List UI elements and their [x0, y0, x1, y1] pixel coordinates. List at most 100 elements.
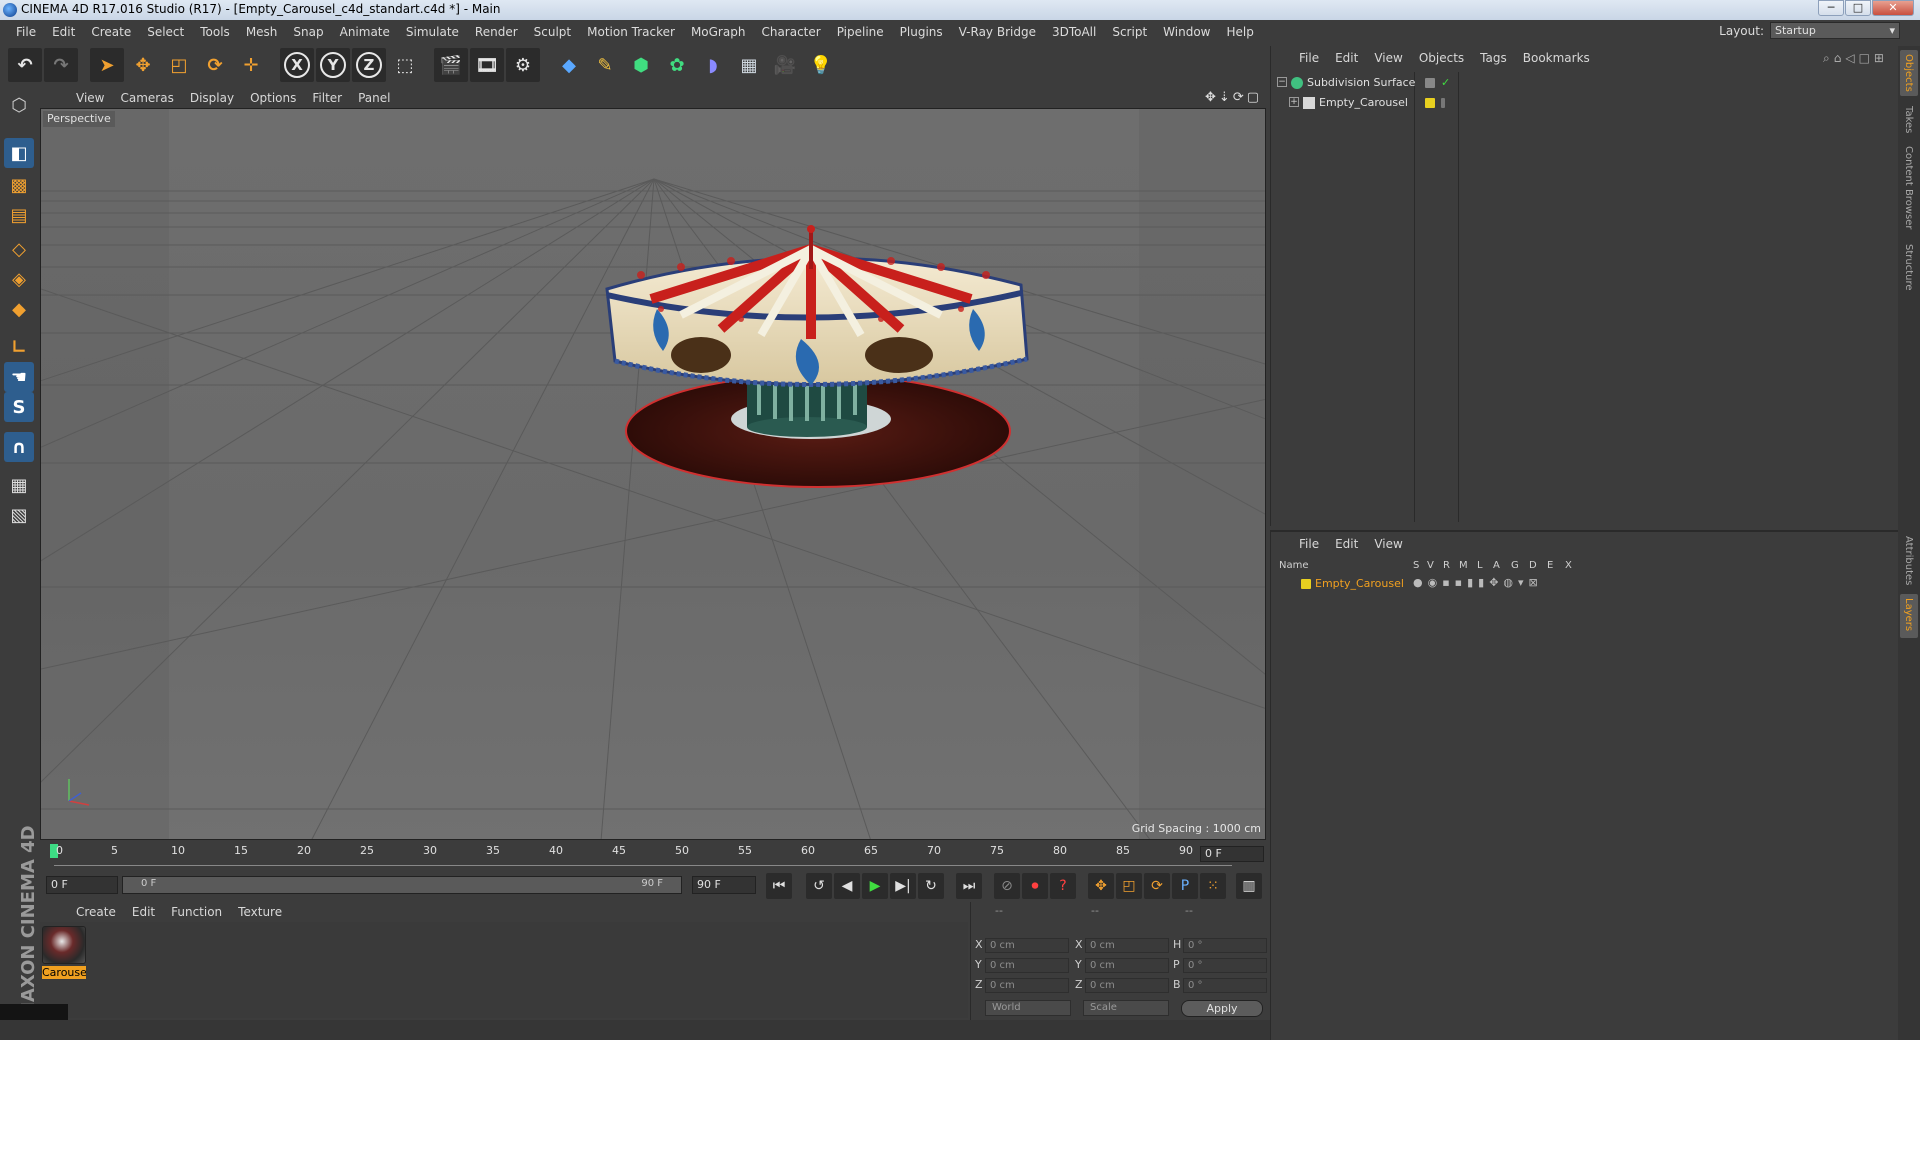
layout-dropdown[interactable]: Startup: [1770, 22, 1900, 39]
preview-range-slider[interactable]: 0 F 90 F: [122, 876, 682, 894]
maximize-button[interactable]: □: [1845, 0, 1871, 16]
perspective-viewport[interactable]: Perspective Grid Spacing : 1000 cm: [40, 108, 1266, 840]
objmgr-search-nav-icons[interactable]: ⌕⌂◁□⊞: [1823, 51, 1888, 66]
layermgr-menu-file[interactable]: File: [1291, 537, 1327, 551]
position-z-field[interactable]: 0 cm: [985, 978, 1069, 993]
size-y-field[interactable]: 0 cm: [1085, 958, 1169, 973]
objmgr-menu-tags[interactable]: Tags: [1472, 51, 1515, 65]
key-position-icon[interactable]: ✥: [1088, 873, 1114, 899]
viewport-camera-label[interactable]: Perspective: [43, 111, 115, 127]
object-name[interactable]: Subdivision Surface: [1307, 76, 1415, 89]
position-x-field[interactable]: 0 cm: [985, 938, 1069, 953]
side-tab-takes[interactable]: Takes: [1900, 102, 1918, 136]
spline-pen-icon[interactable]: ✎: [588, 48, 622, 82]
mograph-cloner-icon[interactable]: ✿: [660, 48, 694, 82]
menu-sculpt[interactable]: Sculpt: [526, 25, 579, 39]
key-scale-icon[interactable]: ◰: [1116, 873, 1142, 899]
menu-window[interactable]: Window: [1155, 25, 1218, 39]
move-tool-icon[interactable]: ✥: [126, 48, 160, 82]
select-tool-icon[interactable]: ➤: [90, 48, 124, 82]
menu-create[interactable]: Create: [83, 25, 139, 39]
next-frame-icon[interactable]: ▶|: [890, 873, 916, 899]
timeline-window-icon[interactable]: ▥: [1236, 873, 1262, 899]
redo-icon[interactable]: ↷: [44, 48, 78, 82]
viewport-navigation-icons[interactable]: ✥⇣⟳▢: [1205, 90, 1262, 105]
texture-mode-icon[interactable]: ▩: [4, 170, 34, 200]
magnet-icon[interactable]: ∩: [4, 432, 34, 462]
polygons-mode-icon[interactable]: ◆: [4, 294, 34, 324]
expand-icon[interactable]: +: [1289, 97, 1299, 107]
points-mode-icon[interactable]: ◇: [4, 234, 34, 264]
collapse-icon[interactable]: −: [1277, 77, 1287, 87]
end-frame-field[interactable]: 90 F: [692, 876, 756, 894]
camera-icon[interactable]: 🎥: [768, 48, 802, 82]
rotation-p-field[interactable]: 0 °: [1183, 958, 1267, 973]
current-frame-field[interactable]: 0 F: [1200, 846, 1264, 862]
render-picture-viewer-icon[interactable]: 🎞: [470, 48, 504, 82]
side-tab-objects[interactable]: Objects: [1900, 50, 1918, 96]
close-button[interactable]: ✕: [1872, 0, 1914, 16]
menu-character[interactable]: Character: [753, 25, 828, 39]
menu-help[interactable]: Help: [1218, 25, 1261, 39]
subdivision-surface-icon[interactable]: ⬢: [624, 48, 658, 82]
menu-file[interactable]: File: [8, 25, 44, 39]
material-menu-edit[interactable]: Edit: [124, 905, 163, 919]
menu-render[interactable]: Render: [467, 25, 526, 39]
viewport-menu-cameras[interactable]: Cameras: [112, 91, 181, 105]
coordinate-mode-dropdown[interactable]: Scale: [1083, 1000, 1169, 1016]
object-row-subdivision-surface[interactable]: − Subdivision Surface ✓: [1275, 74, 1775, 92]
position-y-field[interactable]: 0 cm: [985, 958, 1069, 973]
viewport-menu-view[interactable]: View: [68, 91, 112, 105]
menu-snap[interactable]: Snap: [285, 25, 331, 39]
menu-mograph[interactable]: MoGraph: [683, 25, 754, 39]
key-pla-icon[interactable]: ⁙: [1200, 873, 1226, 899]
material-menu-create[interactable]: Create: [68, 905, 124, 919]
viewport-menu-options[interactable]: Options: [242, 91, 304, 105]
visibility-dots-icon[interactable]: [1441, 98, 1445, 108]
scale-tool-icon[interactable]: ◰: [162, 48, 196, 82]
previous-frame-icon[interactable]: ◀: [834, 873, 860, 899]
layer-toggle-icons[interactable]: ●◉▪▪▮▮✥◍▾⊠: [1413, 576, 1543, 589]
viewport-menu-display[interactable]: Display: [182, 91, 242, 105]
enabled-check-icon[interactable]: ✓: [1441, 77, 1451, 88]
timeline-ruler[interactable]: 0 5 10 15 20 25 30 35 40 45 50 55 60 65 …: [40, 842, 1268, 868]
menu-tools[interactable]: Tools: [192, 25, 238, 39]
menu-edit[interactable]: Edit: [44, 25, 83, 39]
render-settings-icon[interactable]: ⚙: [506, 48, 540, 82]
layer-name[interactable]: Empty_Carousel: [1315, 577, 1404, 590]
viewport-menu-filter[interactable]: Filter: [304, 91, 350, 105]
menu-mesh[interactable]: Mesh: [238, 25, 286, 39]
minimize-button[interactable]: ─: [1818, 0, 1844, 16]
side-tab-structure[interactable]: Structure: [1900, 240, 1918, 294]
play-icon[interactable]: ▶: [862, 873, 888, 899]
next-key-icon[interactable]: ↻: [918, 873, 944, 899]
previous-key-icon[interactable]: ↺: [806, 873, 832, 899]
menu-select[interactable]: Select: [139, 25, 192, 39]
objmgr-menu-bookmarks[interactable]: Bookmarks: [1515, 51, 1598, 65]
edges-mode-icon[interactable]: ◈: [4, 264, 34, 294]
cube-primitive-icon[interactable]: ◆: [552, 48, 586, 82]
material-menu-function[interactable]: Function: [163, 905, 230, 919]
goto-start-icon[interactable]: ⏮: [766, 873, 792, 899]
y-axis-lock-button[interactable]: Y: [316, 48, 350, 82]
menu-pipeline[interactable]: Pipeline: [829, 25, 892, 39]
goto-end-icon[interactable]: ⏭: [956, 873, 982, 899]
menu-plugins[interactable]: Plugins: [892, 25, 951, 39]
size-x-field[interactable]: 0 cm: [1085, 938, 1169, 953]
objmgr-menu-file[interactable]: File: [1291, 51, 1327, 65]
rotation-h-field[interactable]: 0 °: [1183, 938, 1267, 953]
menu-animate[interactable]: Animate: [332, 25, 398, 39]
axis-mode-icon[interactable]: ∟: [4, 332, 34, 362]
menu-vray-bridge[interactable]: V-Ray Bridge: [951, 25, 1044, 39]
floor-object-icon[interactable]: ▦: [732, 48, 766, 82]
workplane-lock-icon[interactable]: ▦: [4, 470, 34, 500]
menu-motion-tracker[interactable]: Motion Tracker: [579, 25, 683, 39]
viewport-menu-panel[interactable]: Panel: [350, 91, 398, 105]
workplane-mode-icon[interactable]: ▤: [4, 200, 34, 230]
objmgr-menu-edit[interactable]: Edit: [1327, 51, 1366, 65]
rotate-tool-icon[interactable]: ⟳: [198, 48, 232, 82]
menu-simulate[interactable]: Simulate: [398, 25, 467, 39]
z-axis-lock-button[interactable]: Z: [352, 48, 386, 82]
key-parameter-icon[interactable]: P: [1172, 873, 1198, 899]
record-keys-icon[interactable]: ⊘: [994, 873, 1020, 899]
